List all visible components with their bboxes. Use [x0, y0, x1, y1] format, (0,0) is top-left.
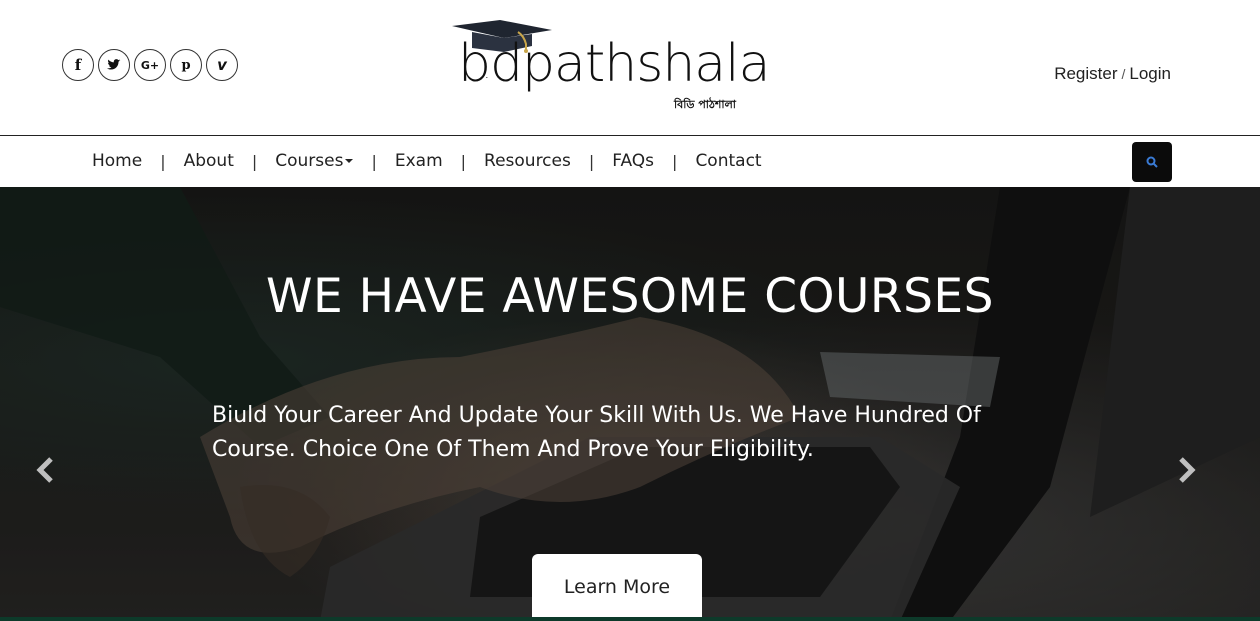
pinterest-icon[interactable]: p	[170, 49, 202, 81]
twitter-icon[interactable]	[98, 49, 130, 81]
hero-slider: WE HAVE AWESOME COURSES Biuld Your Caree…	[0, 187, 1260, 621]
hero-description: Biuld Your Career And Update Your Skill …	[212, 403, 981, 462]
search-button[interactable]	[1132, 142, 1172, 182]
login-link[interactable]: Login	[1129, 64, 1171, 84]
auth-links: Register / Login	[1054, 64, 1171, 84]
chevron-left-icon	[36, 457, 53, 483]
nav-separator: |	[371, 151, 377, 171]
auth-separator: /	[1121, 66, 1126, 82]
nav-item-about[interactable]: About	[184, 151, 234, 171]
logo-subtitle: বিডি পাঠশালা	[674, 98, 736, 111]
nav-separator: |	[588, 151, 595, 171]
nav-separator: |	[251, 151, 258, 171]
nav-separator: |	[460, 151, 467, 171]
caret-down-icon	[345, 159, 354, 163]
nav-item-home[interactable]: Home	[92, 151, 142, 171]
nav-separator: |	[672, 151, 678, 171]
social-links: f G+ p v	[62, 49, 238, 81]
logo-wordmark: bdpathshala	[458, 34, 770, 94]
vimeo-icon[interactable]: v	[206, 49, 238, 81]
nav-item-exam[interactable]: Exam	[395, 151, 443, 171]
slider-next-button[interactable]	[1174, 455, 1198, 485]
facebook-icon[interactable]: f	[62, 49, 94, 81]
hero-bottom-strip	[0, 617, 1260, 621]
chevron-right-icon	[1179, 457, 1196, 483]
slider-prev-button[interactable]	[34, 455, 58, 485]
learn-more-button[interactable]: Learn More	[532, 554, 702, 621]
nav-item-contact[interactable]: Contact	[695, 151, 761, 171]
nav-item-resources[interactable]: Resources	[484, 151, 571, 171]
nav-item-courses-label: Courses	[275, 151, 344, 171]
search-icon	[1146, 156, 1158, 168]
nav-item-faqs[interactable]: FAQs	[612, 151, 654, 171]
main-navigation: Home | About | Courses | Exam | Resource…	[0, 137, 1260, 187]
top-header: f G+ p v bdpathshala বিডি পাঠশালা Regist…	[0, 0, 1260, 136]
google-plus-icon[interactable]: G+	[134, 49, 166, 81]
twitter-bird-glyph	[107, 59, 121, 70]
hero-title: WE HAVE AWESOME COURSES	[266, 269, 994, 324]
nav-list: Home | About | Courses | Exam | Resource…	[92, 151, 762, 171]
nav-item-courses[interactable]: Courses	[275, 151, 354, 171]
site-logo[interactable]: bdpathshala বিডি পাঠশালা	[446, 16, 770, 116]
nav-separator: |	[160, 151, 166, 171]
register-link[interactable]: Register	[1054, 64, 1117, 84]
